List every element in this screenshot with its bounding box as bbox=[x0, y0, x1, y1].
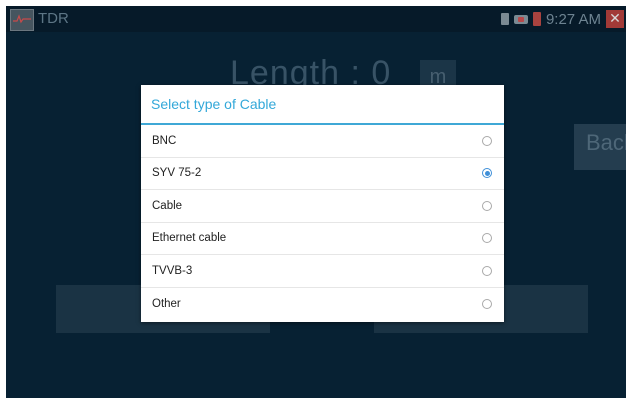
radio-button[interactable] bbox=[482, 135, 492, 146]
cable-option-bnc[interactable]: BNC bbox=[141, 125, 504, 158]
tdr-app-icon[interactable] bbox=[10, 9, 34, 31]
radio-button[interactable] bbox=[482, 298, 492, 309]
radio-button[interactable] bbox=[482, 265, 492, 276]
option-label: Other bbox=[152, 297, 181, 310]
option-label: Cable bbox=[152, 199, 183, 212]
radio-button[interactable] bbox=[482, 233, 492, 244]
usb-icon bbox=[513, 14, 528, 24]
cable-option-cable[interactable]: Cable bbox=[141, 190, 504, 223]
app-title: TDR bbox=[38, 10, 69, 27]
battery-icon bbox=[532, 12, 541, 26]
option-label: TVVB-3 bbox=[152, 264, 193, 277]
close-icon[interactable]: ✕ bbox=[606, 10, 624, 28]
cable-option-other[interactable]: Other bbox=[141, 288, 504, 321]
cable-option-ethernet[interactable]: Ethernet cable bbox=[141, 223, 504, 255]
status-icons: 9:27 AM ✕ bbox=[500, 9, 624, 29]
cable-option-syv-75-2[interactable]: SYV 75-2 bbox=[141, 158, 504, 190]
radio-button[interactable] bbox=[482, 168, 492, 179]
option-label: SYV 75-2 bbox=[152, 167, 202, 180]
radio-button[interactable] bbox=[482, 200, 492, 211]
sd-card-icon bbox=[500, 13, 509, 25]
dialog-header: Select type of Cable bbox=[141, 85, 504, 125]
option-label: Ethernet cable bbox=[152, 232, 227, 245]
back-button[interactable]: Back bbox=[574, 124, 626, 170]
status-bar: TDR 9:27 AM ✕ bbox=[6, 6, 626, 32]
cable-option-tvvb-3[interactable]: TVVB-3 bbox=[141, 255, 504, 288]
option-label: BNC bbox=[152, 134, 177, 147]
clock: 9:27 AM bbox=[545, 10, 601, 28]
cable-type-list: BNC SYV 75-2 Cable Ethernet cable TVVB-3… bbox=[141, 125, 504, 320]
cable-type-dialog: Select type of Cable BNC SYV 75-2 Cable … bbox=[141, 85, 504, 322]
dialog-title: Select type of Cable bbox=[151, 96, 277, 112]
